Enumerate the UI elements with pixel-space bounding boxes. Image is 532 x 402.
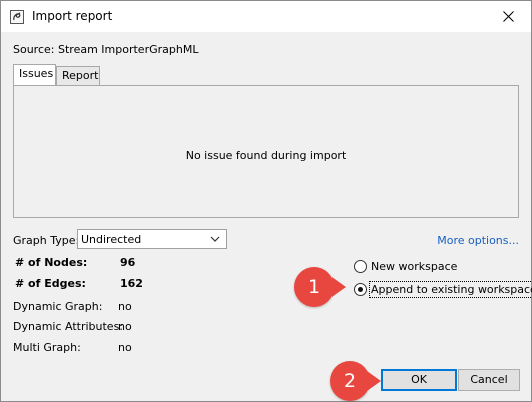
callout-badge-2: 2 (330, 361, 370, 401)
chevron-down-icon (210, 236, 220, 242)
close-icon (502, 11, 514, 22)
callout-arrow-1 (332, 277, 346, 297)
radio-unchecked-icon (354, 260, 367, 273)
close-button[interactable] (485, 1, 531, 32)
append-workspace-label: Append to existing workspace (369, 281, 532, 298)
edges-label: # of Edges: (15, 277, 86, 290)
dynamic-attributes-label: Dynamic Attributes: (13, 320, 124, 333)
window-title: Import report (32, 9, 113, 23)
callout-badge-1: 1 (294, 267, 334, 307)
title-bar: Import report (1, 1, 531, 32)
nodes-label: # of Nodes: (15, 256, 88, 269)
nodes-value: 96 (120, 256, 136, 269)
issues-message: No issue found during import (185, 149, 347, 162)
graph-type-label: Graph Type: (13, 234, 80, 247)
gephi-app-icon (10, 10, 24, 24)
source-value: Stream ImporterGraphML (58, 43, 199, 56)
dynamic-attributes-value: no (118, 320, 132, 333)
radio-checked-icon (354, 283, 367, 296)
cancel-button[interactable]: Cancel (458, 369, 520, 391)
more-options-link[interactable]: More options... (437, 234, 519, 247)
graph-type-select[interactable]: Undirected (77, 229, 227, 249)
source-label: Source: (13, 43, 55, 56)
import-report-dialog: Import report Source: Stream ImporterGra… (0, 0, 532, 402)
new-workspace-label: New workspace (371, 260, 458, 273)
multi-graph-label: Multi Graph: (13, 341, 81, 354)
dynamic-graph-value: no (118, 300, 132, 313)
dynamic-graph-label: Dynamic Graph: (13, 300, 103, 313)
graph-type-value: Undirected (81, 233, 142, 246)
tab-issues[interactable]: Issues (13, 64, 56, 85)
source-line: Source: Stream ImporterGraphML (13, 43, 198, 56)
ok-button[interactable]: OK (381, 369, 457, 391)
edges-value: 162 (120, 277, 143, 290)
issues-panel: No issue found during import (13, 85, 519, 218)
multi-graph-value: no (118, 341, 132, 354)
tab-report[interactable]: Report (56, 66, 100, 85)
callout-arrow-2 (367, 371, 381, 391)
